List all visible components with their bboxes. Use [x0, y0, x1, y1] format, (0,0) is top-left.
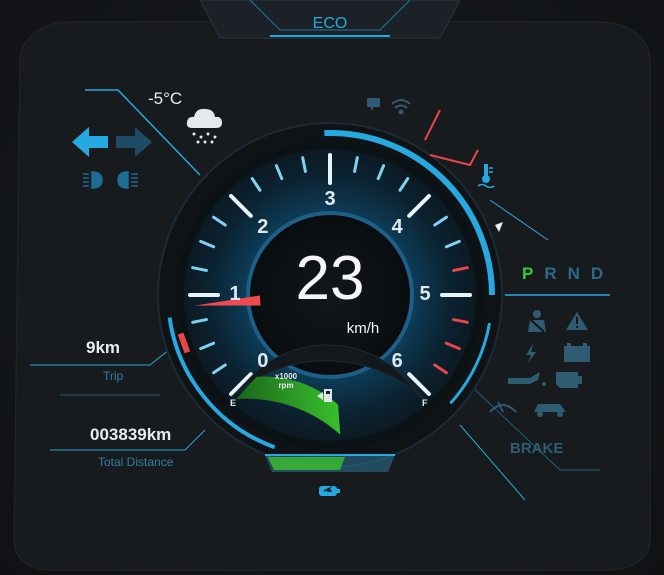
gear-r: R [544, 264, 557, 283]
total-distance-value: 003839km [90, 425, 172, 444]
rpm-unit-label: rpm [278, 381, 294, 390]
gear-d: D [590, 264, 604, 283]
message-icon [367, 98, 380, 107]
speed-value: 23 [295, 244, 365, 313]
fog-light-icon [117, 171, 138, 189]
speed-unit: km/h [346, 320, 380, 337]
brake-warning-label: BRAKE [510, 440, 564, 457]
seatbelt-icon [528, 310, 546, 333]
coolant-temperature-icon [477, 164, 495, 188]
rpm-tick-label: 0 [257, 350, 269, 373]
battery-charge-icon [319, 486, 340, 496]
trip-value: 9km [86, 338, 121, 357]
rpm-tick-label: 1 [229, 283, 241, 305]
rpm-tick-label: 6 [391, 350, 403, 373]
left-turn-signal-icon [72, 127, 108, 157]
gear-n: N [567, 264, 580, 283]
gear-p: P [522, 264, 534, 283]
status-icons [367, 98, 411, 115]
trip-label: Trip [103, 369, 124, 383]
wifi-icon [391, 99, 411, 115]
lightning-icon [526, 344, 536, 363]
low-beam-icon [83, 171, 103, 189]
turn-signals [72, 127, 152, 157]
right-turn-signal-icon [116, 127, 152, 157]
rpm-unit: x1000 rpm [268, 372, 304, 390]
outside-temperature: -5°C [148, 89, 183, 108]
wiper-icon [489, 401, 517, 413]
warning-triangle-icon [566, 312, 588, 330]
drive-mode-label: ECO [312, 15, 348, 32]
battery-warning-icon [564, 343, 590, 362]
gear-selector: PRND [522, 264, 614, 284]
fuel-empty-label: E [230, 398, 237, 408]
fuel-pump-icon [317, 389, 332, 402]
rpm-tick-label: 4 [391, 215, 403, 238]
rpm-tick-label: 3 [324, 188, 336, 210]
car-door-icon [534, 404, 566, 417]
fuel-full-label: F [422, 398, 428, 408]
rpm-tick-label: 5 [419, 283, 431, 305]
rpm-tick-label: 2 [257, 215, 269, 238]
warning-lights [489, 310, 590, 417]
total-distance-label: Total Distance [98, 455, 174, 469]
oil-pressure-icon [508, 372, 546, 386]
headlight-icons [83, 171, 138, 189]
instrument-cluster: ECO -5°C 0123456 23 km/h x1000 rpm E F 9… [0, 0, 664, 575]
rpm-unit-multiplier: x1000 [274, 372, 298, 381]
snow-cloud-icon [186, 108, 222, 144]
check-engine-icon [556, 372, 582, 388]
